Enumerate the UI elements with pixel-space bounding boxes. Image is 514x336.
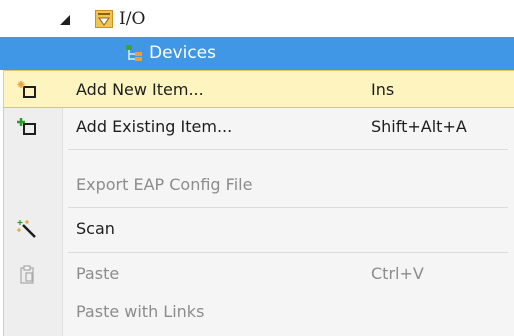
menu-separator bbox=[68, 207, 508, 208]
menu-item-export-eap-config-file[interactable]: Export EAP Config File bbox=[4, 166, 514, 204]
menu-item-scan[interactable]: Scan bbox=[4, 210, 514, 248]
tree-node-devices-label: Devices bbox=[149, 43, 216, 63]
add-new-item-icon bbox=[17, 81, 36, 98]
menu-item-add-new-item[interactable]: Add New Item... Ins bbox=[4, 70, 514, 108]
menu-item-shortcut: Shift+Alt+A bbox=[371, 117, 467, 136]
menu-separator bbox=[68, 149, 508, 150]
menu-item-shortcut: Ins bbox=[371, 80, 395, 99]
menu-item-paste-with-links[interactable]: Paste with Links bbox=[4, 293, 514, 331]
scan-wand-icon bbox=[17, 220, 36, 238]
menu-item-label: Scan bbox=[76, 219, 115, 238]
paste-icon bbox=[20, 265, 34, 284]
menu-separator bbox=[68, 252, 508, 253]
menu-item-label: Add Existing Item... bbox=[76, 117, 233, 136]
io-folder-icon bbox=[95, 10, 113, 28]
expanded-triangle-icon[interactable] bbox=[60, 15, 70, 25]
devices-tree-icon bbox=[126, 45, 142, 61]
menu-item-label: Add New Item... bbox=[76, 80, 204, 99]
add-existing-item-icon bbox=[17, 118, 36, 135]
menu-item-label: Export EAP Config File bbox=[76, 175, 253, 194]
tree-node-devices[interactable]: Devices bbox=[0, 37, 514, 70]
menu-item-shortcut: Ctrl+V bbox=[371, 264, 424, 283]
menu-item-label: Paste bbox=[76, 264, 120, 283]
tree-node-io-label: I/O bbox=[119, 9, 146, 29]
tree-node-io[interactable]: I/O bbox=[0, 7, 514, 33]
menu-item-label: Paste with Links bbox=[76, 302, 205, 321]
context-menu: Add New Item... Ins Add Existing Item...… bbox=[3, 70, 514, 336]
menu-item-paste[interactable]: Paste Ctrl+V bbox=[4, 255, 514, 293]
menu-item-add-existing-item[interactable]: Add Existing Item... Shift+Alt+A bbox=[4, 108, 514, 146]
